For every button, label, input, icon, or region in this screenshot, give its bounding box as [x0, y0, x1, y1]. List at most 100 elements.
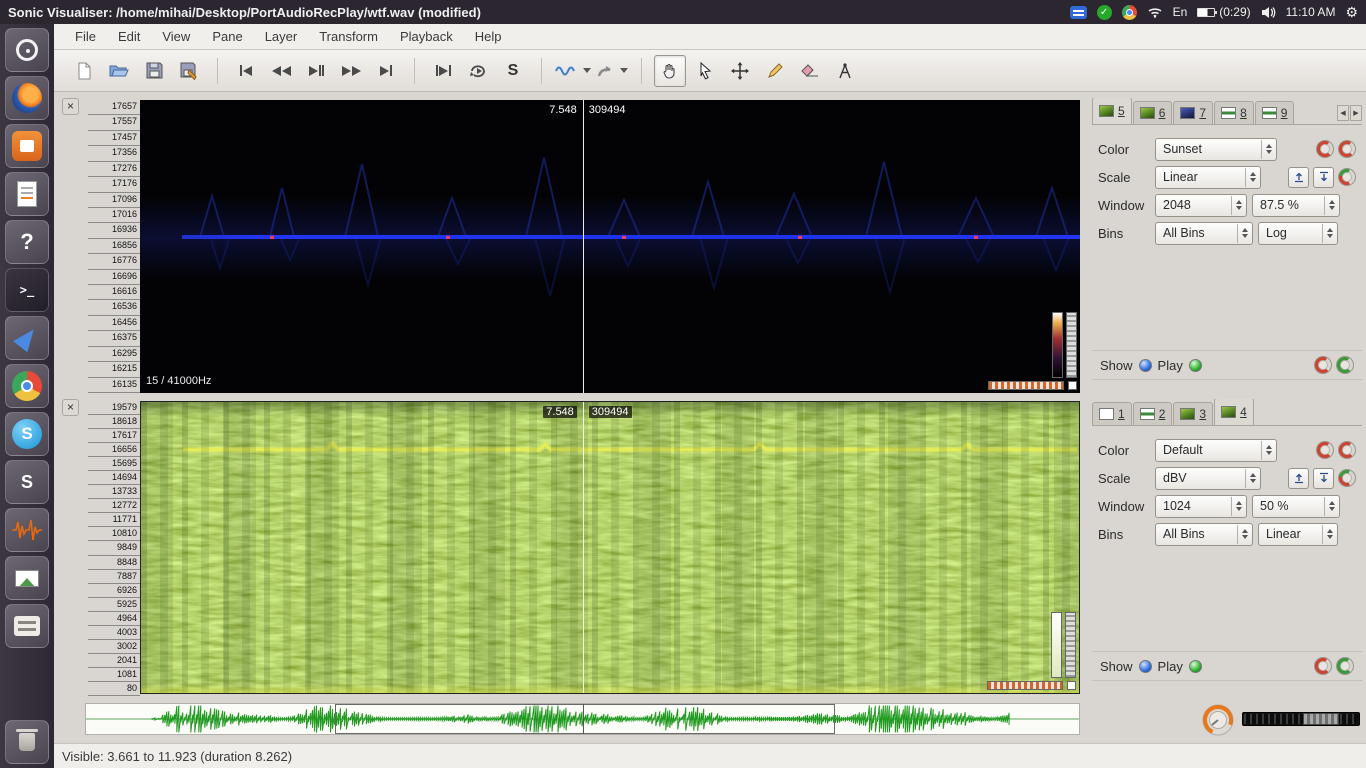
spinner-arrows-icon[interactable]: [1322, 223, 1336, 243]
spinner-arrows-icon[interactable]: [1324, 496, 1338, 516]
show-led-toggle[interactable]: [1138, 659, 1152, 673]
tab-scroll-left-button[interactable]: ◀: [1337, 105, 1349, 121]
playback-scale-dropdown[interactable]: [554, 55, 592, 87]
spinner-arrows-icon[interactable]: [1231, 496, 1245, 516]
tab-layer-7[interactable]: 7: [1173, 101, 1214, 124]
color-gain-dial[interactable]: [1338, 441, 1356, 459]
draw-tool-button[interactable]: [759, 55, 791, 87]
tab-layer-2[interactable]: 2: [1132, 402, 1173, 425]
spinner-arrows-icon[interactable]: [1245, 468, 1259, 488]
menu-item[interactable]: Edit: [107, 25, 151, 48]
language-indicator[interactable]: En: [1173, 5, 1188, 19]
spinner-arrows-icon[interactable]: [1261, 440, 1275, 460]
tab-layer-5[interactable]: 5: [1092, 98, 1132, 124]
window-overlap-combo[interactable]: 87.5 %: [1252, 193, 1340, 217]
menu-item[interactable]: Pane: [201, 25, 253, 48]
spectrogram-pane-top[interactable]: 7.548 309494 15 / 41000Hz: [140, 100, 1080, 393]
tab-layer-1[interactable]: 1: [1092, 402, 1132, 425]
spinner-arrows-icon[interactable]: [1324, 195, 1338, 215]
launcher-item-firefox[interactable]: [5, 76, 49, 120]
spinner-arrows-icon[interactable]: [1237, 524, 1251, 544]
menu-item[interactable]: Transform: [308, 25, 389, 48]
erase-tool-button[interactable]: [794, 55, 826, 87]
gain-dial[interactable]: [1338, 168, 1356, 186]
overview-pane[interactable]: [85, 703, 1080, 735]
launcher-item-dash-home[interactable]: [5, 28, 49, 72]
launcher-item-skype[interactable]: S: [5, 412, 49, 456]
launcher-item-chrome[interactable]: [5, 364, 49, 408]
gain-dial[interactable]: [1338, 469, 1356, 487]
rewind-button[interactable]: [265, 55, 297, 87]
launcher-item-sonic-visualiser[interactable]: [5, 508, 49, 552]
menu-item[interactable]: Playback: [389, 25, 464, 48]
play-loop-button[interactable]: [462, 55, 494, 87]
wifi-icon[interactable]: [1147, 6, 1163, 18]
launcher-item-design-tool[interactable]: [5, 316, 49, 360]
normalize-columns-button[interactable]: [1288, 166, 1309, 188]
skip-end-button[interactable]: [370, 55, 402, 87]
solo-button[interactable]: S: [497, 55, 529, 87]
skip-start-button[interactable]: [230, 55, 262, 87]
sync-status-icon[interactable]: ✓: [1096, 4, 1112, 20]
battery-indicator[interactable]: (0:29): [1197, 5, 1251, 19]
zoom-reset-box[interactable]: [1068, 381, 1077, 390]
horizontal-zoom-wheel[interactable]: [988, 381, 1064, 390]
play-led-toggle[interactable]: [1188, 659, 1202, 673]
window-size-combo[interactable]: 1024: [1155, 494, 1247, 518]
tab-layer-8[interactable]: 8: [1214, 101, 1254, 124]
playhead-line[interactable]: [582, 402, 584, 693]
play-led-toggle[interactable]: [1188, 358, 1202, 372]
move-tool-button[interactable]: [724, 55, 756, 87]
window-size-combo[interactable]: 2048: [1155, 193, 1247, 217]
playback-gain-dial[interactable]: [1314, 657, 1332, 675]
spinner-arrows-icon[interactable]: [1322, 524, 1336, 544]
normalize-visible-button[interactable]: [1313, 166, 1334, 188]
new-file-button[interactable]: [68, 55, 100, 87]
launcher-item-image-viewer[interactable]: [5, 556, 49, 600]
volume-icon[interactable]: [1261, 6, 1276, 19]
spinner-arrows-icon[interactable]: [1245, 167, 1259, 187]
playhead-line[interactable]: [582, 100, 584, 393]
overview-playhead[interactable]: [583, 704, 585, 734]
launcher-item-archive-manager[interactable]: [5, 604, 49, 648]
zoom-reset-box[interactable]: [1067, 681, 1076, 690]
fast-forward-button[interactable]: [335, 55, 367, 87]
spectrogram-pane-bottom[interactable]: 7.548 309494: [140, 401, 1080, 694]
launcher-item-text-editor[interactable]: [5, 172, 49, 216]
playback-pan-dial[interactable]: [1336, 657, 1354, 675]
launcher-item-help[interactable]: ?: [5, 220, 49, 264]
measure-tool-button[interactable]: [829, 55, 861, 87]
playback-pan-dial[interactable]: [1336, 356, 1354, 374]
navigate-tool-button[interactable]: [654, 54, 686, 87]
color-combo[interactable]: Default: [1155, 438, 1277, 462]
session-gear-icon[interactable]: ⚙: [1345, 5, 1358, 19]
clock[interactable]: 11:10 AM: [1286, 5, 1336, 19]
playback-speed-knob[interactable]: [1200, 702, 1236, 738]
playback-gain-dial[interactable]: [1314, 356, 1332, 374]
visible-range-rect[interactable]: [335, 704, 835, 734]
color-rotation-dial[interactable]: [1316, 140, 1334, 158]
chrome-indicator-icon[interactable]: [1121, 4, 1137, 20]
launcher-item-trash[interactable]: [5, 720, 49, 764]
tab-layer-6[interactable]: 6: [1132, 101, 1173, 124]
menu-item[interactable]: View: [151, 25, 201, 48]
vertical-zoom-wheel[interactable]: [1066, 312, 1077, 378]
show-led-toggle[interactable]: [1138, 358, 1152, 372]
play-selection-button[interactable]: [427, 55, 459, 87]
color-rotation-dial[interactable]: [1316, 441, 1334, 459]
playback-gain-slider[interactable]: [1242, 712, 1360, 726]
bins-scale-combo[interactable]: Linear: [1258, 522, 1338, 546]
bins-combo[interactable]: All Bins: [1155, 221, 1253, 245]
bins-scale-combo[interactable]: Log: [1258, 221, 1338, 245]
keyboard-indicator-icon[interactable]: [1069, 5, 1087, 19]
open-file-button[interactable]: [103, 55, 135, 87]
tab-layer-3[interactable]: 3: [1173, 402, 1214, 425]
spinner-arrows-icon[interactable]: [1261, 139, 1275, 159]
menu-item[interactable]: Layer: [254, 25, 309, 48]
color-combo[interactable]: Sunset: [1155, 137, 1277, 161]
redo-dropdown[interactable]: [595, 55, 629, 87]
menu-item[interactable]: Help: [464, 25, 513, 48]
select-tool-button[interactable]: [689, 55, 721, 87]
tab-scroll-right-button[interactable]: ▶: [1350, 105, 1362, 121]
normalize-visible-button[interactable]: [1313, 467, 1334, 489]
